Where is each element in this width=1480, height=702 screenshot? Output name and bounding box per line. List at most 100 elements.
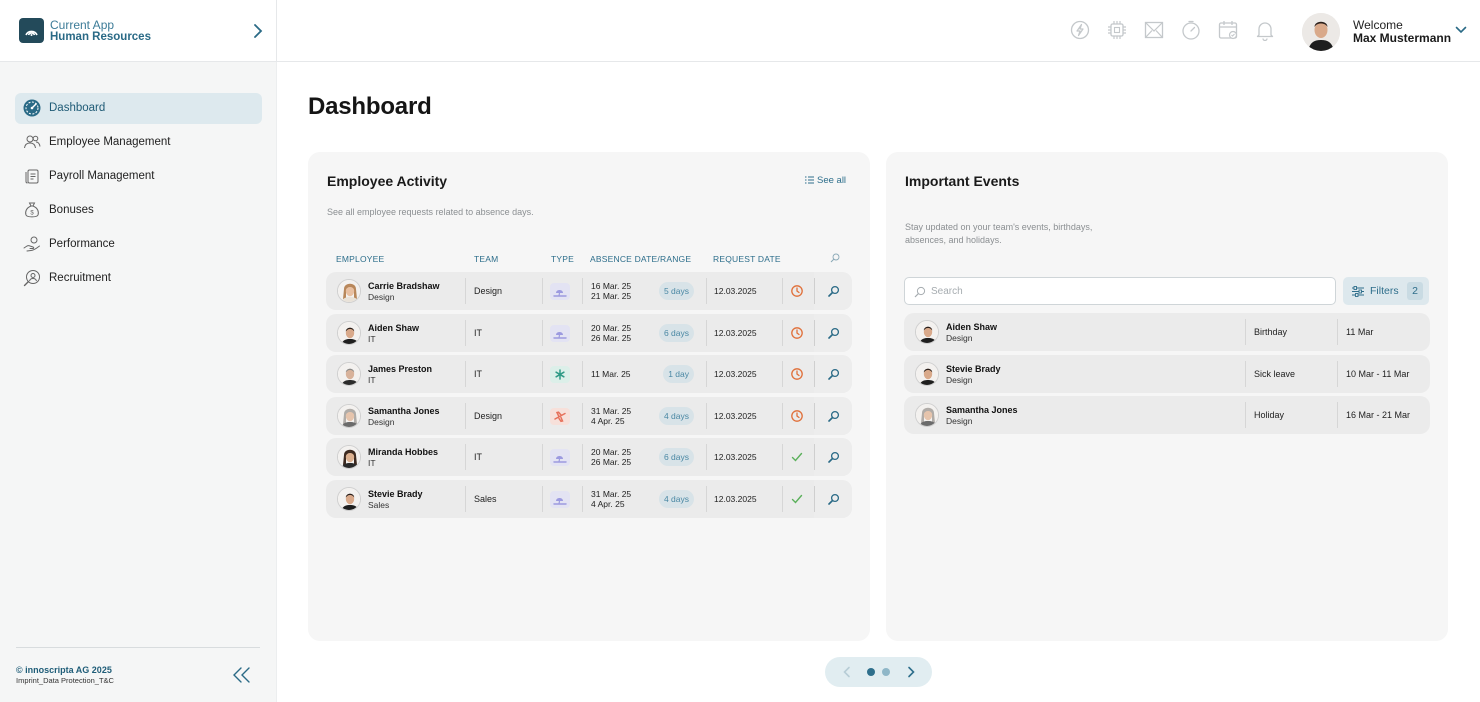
employee-avatar <box>337 445 361 470</box>
team-cell: Sales <box>474 494 497 504</box>
chip-icon[interactable] <box>1106 19 1128 41</box>
card-subtitle-line-1: Stay updated on your team's events, birt… <box>905 222 1093 232</box>
cell-divider <box>1245 402 1246 429</box>
event-row[interactable]: Stevie Brady Design Sick leave 10 Mar - … <box>904 354 1430 393</box>
request-date: 12.03.2025 <box>714 452 757 463</box>
employee-team: Sales <box>368 500 390 510</box>
cell-divider <box>706 444 707 471</box>
employee-avatar <box>337 320 361 345</box>
cell-divider <box>582 486 583 512</box>
chevron-right-icon[interactable] <box>250 22 266 40</box>
sidebar-item-label: Dashboard <box>49 102 106 114</box>
card-subtitle: See all employee requests related to abs… <box>327 207 534 217</box>
pager-dot-1[interactable] <box>867 668 875 676</box>
events-search[interactable] <box>904 277 1336 305</box>
sidebar-item-bonuses[interactable]: $ Bonuses <box>15 195 262 226</box>
column-header-team[interactable]: Team <box>474 254 498 264</box>
request-status <box>790 409 804 428</box>
absence-start-date: 16 Mar. 25 <box>591 281 632 291</box>
chevron-left-icon[interactable] <box>842 666 852 678</box>
approved-check-icon <box>791 494 803 504</box>
absence-start-date: 31 Mar. 25 <box>591 489 632 499</box>
bell-icon[interactable] <box>1254 19 1276 41</box>
table-row[interactable]: Miranda Hobbes IT IT 20 Mar. 25 26 Mar. … <box>326 438 852 477</box>
welcome-text: Welcome <box>1353 18 1403 32</box>
employee-avatar <box>337 279 361 303</box>
employee-avatar <box>915 320 939 344</box>
absence-type <box>550 449 570 467</box>
absence-date: 11 Mar. 25 <box>591 369 631 380</box>
cell-divider <box>814 444 815 471</box>
event-date: 16 Mar - 21 Mar <box>1346 410 1411 421</box>
absence-type <box>550 366 570 384</box>
table-row[interactable]: Carrie Bradshaw Design Design 16 Mar. 25… <box>326 272 852 310</box>
table-row[interactable]: Samantha Jones Design Design 31 Mar. 25 … <box>326 396 852 435</box>
carousel-pager <box>825 657 932 687</box>
absence-start-date: 31 Mar. 25 <box>591 405 632 416</box>
cell-divider <box>582 444 583 471</box>
chevron-right-icon[interactable] <box>906 666 916 678</box>
app-logo-icon <box>19 18 44 43</box>
sidebar-item-payroll-management[interactable]: Payroll Management <box>15 161 262 192</box>
cell-divider <box>706 319 707 346</box>
cell-divider <box>542 486 543 512</box>
chat-bolt-icon[interactable] <box>1069 19 1091 41</box>
employee-team: IT <box>368 333 376 344</box>
view-request-button[interactable] <box>828 450 840 468</box>
view-request-button[interactable] <box>828 326 840 344</box>
employee-name: Stevie Brady <box>946 363 1001 374</box>
pager-dot-2[interactable] <box>882 668 890 676</box>
dashboard-gauge-icon <box>23 99 41 117</box>
cell-divider <box>782 278 783 304</box>
sidebar-item-dashboard[interactable]: Dashboard <box>15 93 262 124</box>
sidebar-item-performance[interactable]: Performance <box>15 229 262 260</box>
team-cell: Design <box>474 286 503 296</box>
event-row[interactable]: Aiden Shaw Design Birthday 11 Mar <box>904 313 1430 351</box>
cell-divider <box>465 486 466 512</box>
view-request-button[interactable] <box>828 284 840 302</box>
view-request-button[interactable] <box>828 492 840 510</box>
employee-team: IT <box>368 458 376 469</box>
column-header-absence[interactable]: Absence Date/Range <box>590 254 691 264</box>
see-all-link[interactable]: See all <box>805 175 846 186</box>
column-header-type[interactable]: Type <box>551 254 574 264</box>
card-title: Important Events <box>905 173 1020 189</box>
imprint-links[interactable]: Imprint_Data Protection_T&C <box>16 676 114 685</box>
calendar-icon[interactable] <box>1217 19 1239 41</box>
request-date: 12.03.2025 <box>714 327 757 338</box>
filters-button[interactable]: Filters 2 <box>1343 277 1429 305</box>
employee-name: Samantha Jones <box>368 405 440 416</box>
app-switcher[interactable]: Current App Human Resources <box>0 0 277 62</box>
table-row[interactable]: James Preston IT IT 11 Mar. 25 1 day 12.… <box>326 355 852 394</box>
collapse-sidebar-icon[interactable] <box>232 666 252 684</box>
absence-type <box>550 491 570 508</box>
sidebar-divider <box>16 647 260 648</box>
cell-divider <box>582 278 583 304</box>
list-icon <box>805 176 814 184</box>
cell-divider <box>814 319 815 346</box>
column-header-employee[interactable]: Employee <box>336 254 384 264</box>
search-input[interactable] <box>931 283 1321 300</box>
table-row[interactable]: Aiden Shaw IT IT 20 Mar. 25 26 Mar. 25 6… <box>326 313 852 352</box>
user-avatar[interactable] <box>1302 13 1340 51</box>
sidebar-item-label: Employee Management <box>49 136 171 148</box>
employee-name: Miranda Hobbes <box>368 447 439 458</box>
pending-clock-icon <box>791 368 803 381</box>
cell-divider <box>465 278 466 304</box>
event-row[interactable]: Samantha Jones Design Holiday 16 Mar - 2… <box>904 396 1430 435</box>
employee-team: Design <box>368 416 395 427</box>
view-request-button[interactable] <box>828 409 840 427</box>
clock-icon[interactable] <box>1180 19 1202 41</box>
column-header-request-date[interactable]: Request Date <box>713 254 781 264</box>
copyright-text: © innoscripta AG 2025 <box>16 665 112 675</box>
cell-divider <box>814 486 815 512</box>
team-cell: IT <box>474 327 482 338</box>
sidebar-item-recruitment[interactable]: Recruitment <box>15 263 262 294</box>
chevron-down-icon[interactable] <box>1455 25 1467 35</box>
sidebar-item-employee-management[interactable]: Employee Management <box>15 127 262 158</box>
mail-icon[interactable] <box>1143 19 1165 41</box>
employee-avatar <box>915 403 939 428</box>
table-search-icon[interactable] <box>830 253 840 263</box>
view-request-button[interactable] <box>828 367 840 385</box>
table-row[interactable]: Stevie Brady Sales Sales 31 Mar. 25 4 Ap… <box>326 480 852 518</box>
